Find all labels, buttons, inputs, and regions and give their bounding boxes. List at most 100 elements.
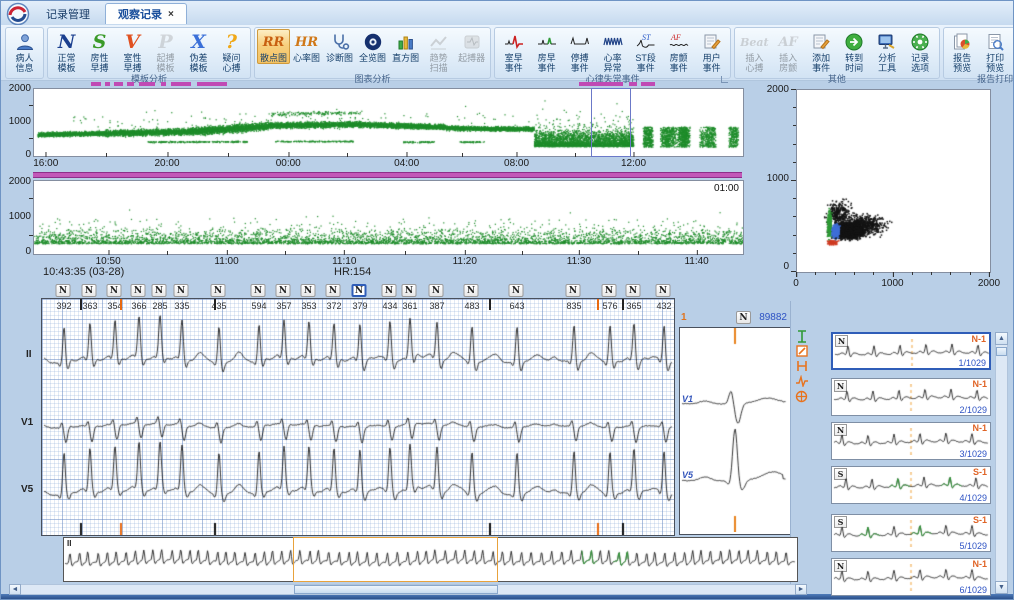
goto-icon — [844, 31, 864, 53]
ecg-panel[interactable]: 3923633543662853354355943573533723794343… — [41, 298, 675, 536]
beat-list-scrollbar[interactable] — [995, 332, 1008, 594]
scroll-down-arrow[interactable]: ▼ — [995, 581, 1008, 594]
beat-label[interactable]: N — [429, 284, 444, 297]
ribbon-button-diagnosis-plot[interactable]: 诊断图 — [323, 29, 356, 64]
ribbon-button-label: 事件 — [505, 63, 523, 73]
rr-trend-canvas[interactable] — [34, 89, 743, 156]
tab-record-management[interactable]: 记录管理 — [33, 3, 103, 24]
beat-label[interactable]: N — [276, 284, 291, 297]
poincare-plot[interactable] — [796, 89, 991, 273]
dialog-launcher-icon[interactable] — [721, 76, 728, 83]
poincare-canvas[interactable] — [797, 90, 990, 272]
tab-observe-record[interactable]: 观察记录× — [105, 3, 187, 24]
ribbon-button-ventricular-premature-template[interactable]: V室性早搏 — [116, 29, 149, 74]
edit-beat-tool[interactable] — [794, 344, 809, 358]
beat-label[interactable]: N — [602, 284, 617, 297]
ribbon-button-atrial-premature-template[interactable]: S房性早搏 — [83, 29, 116, 74]
poincare-y-tick — [793, 144, 796, 145]
rr-hour-chart[interactable] — [33, 180, 744, 255]
ribbon-button-report-preview[interactable]: 报告预览 — [946, 29, 979, 74]
trend-x-label-20:00: 20:00 — [154, 158, 179, 169]
ribbon-button-histogram[interactable]: 直方图 — [389, 29, 422, 64]
beat-detail-canvas[interactable] — [680, 328, 788, 532]
beat-list-item[interactable]: SS-14/1029 — [831, 466, 991, 504]
ribbon-button-overview-plot[interactable]: 全览图 — [356, 29, 389, 64]
beat-label[interactable]: N — [56, 284, 71, 297]
ribbon-button-artifact-template[interactable]: X伪差模板 — [182, 29, 215, 74]
beat-label[interactable]: N — [174, 284, 189, 297]
steth-icon — [330, 31, 350, 53]
beat-list-item[interactable]: SS-15/1029 — [831, 514, 991, 552]
ribbon-button-add-event[interactable]: 添加事件 — [805, 29, 838, 74]
ribbon-button-label: 用户 — [703, 53, 721, 63]
ribbon-button-pause-event[interactable]: 停搏事件 — [563, 29, 596, 74]
beat-label[interactable]: N — [301, 284, 316, 297]
time-selection-rectangle[interactable] — [591, 88, 631, 157]
beat-label[interactable]: N — [251, 284, 266, 297]
ribbon-button-normal-template[interactable]: N正常模板 — [50, 29, 83, 74]
rr-interval-value: 643 — [509, 301, 524, 311]
beat-label[interactable]: N — [326, 284, 341, 297]
beat-list-scroll-thumb[interactable] — [996, 347, 1007, 356]
beat-list-item[interactable]: NN-16/1029 — [831, 558, 991, 596]
beat-label[interactable]: N — [107, 284, 122, 297]
patient-icon — [15, 31, 35, 53]
ribbon-button-pvc-event[interactable]: 室早事件 — [497, 29, 530, 74]
ribbon-button-hr-abnormal-event[interactable]: 心率异常 — [596, 29, 629, 74]
beat-label[interactable]: N — [626, 284, 641, 297]
rr-hour-canvas[interactable] — [34, 181, 743, 254]
ribbon-button-label: 预览 — [953, 63, 971, 73]
beat-label[interactable]: N — [352, 284, 367, 297]
rr-interval-value: 483 — [464, 301, 479, 311]
ribbon-button-pac-event[interactable]: 房早事件 — [530, 29, 563, 74]
ribbon-button-label: 事件 — [571, 63, 589, 73]
waveform-tool[interactable] — [794, 374, 809, 388]
scroll-up-arrow[interactable]: ▲ — [995, 332, 1008, 345]
ribbon-button-insert-af: AF插入房颤 — [772, 29, 805, 74]
lead-label-V5: V5 — [21, 484, 33, 495]
beat-label[interactable]: N — [211, 284, 226, 297]
ribbon-button-heart-rate-plot[interactable]: HR心率图 — [290, 29, 323, 64]
center-beat-tool[interactable] — [794, 389, 809, 403]
beat-label[interactable]: N — [82, 284, 97, 297]
ribbon-button-goto-time[interactable]: 转到时间 — [838, 29, 871, 74]
rr-trend-chart[interactable] — [33, 88, 744, 157]
ribbon-button-patient-info[interactable]: 病人信息 — [8, 29, 41, 74]
ribbon-button-af-event[interactable]: AF房颤事件 — [662, 29, 695, 74]
beat-label[interactable]: N — [656, 284, 671, 297]
beat-label[interactable]: N — [566, 284, 581, 297]
trend-x-label-12:00: 12:00 — [621, 158, 646, 169]
ecg-canvas[interactable] — [42, 299, 674, 535]
ribbon-button-user-event[interactable]: 用户事件 — [695, 29, 728, 74]
beat-list-item[interactable]: NN-11/1029 — [831, 332, 991, 370]
close-tab-icon[interactable]: × — [168, 9, 174, 20]
ribbon-button-scatter-plot[interactable]: RR散点图 — [257, 29, 290, 64]
trend-y-tick-1000: 1000 — [3, 116, 31, 127]
ribbon-button-st-event[interactable]: STST段事件 — [629, 29, 662, 74]
detail-lead-label-V5: V5 — [682, 470, 693, 480]
event-mark — [91, 82, 101, 86]
beat-list-item[interactable]: NN-12/1029 — [831, 378, 991, 416]
beat-label[interactable]: N — [382, 284, 397, 297]
hour-x-minor-tick — [285, 251, 286, 255]
beat-list-item[interactable]: NN-13/1029 — [831, 422, 991, 460]
trend-x-label-00:00: 00:00 — [276, 158, 301, 169]
caliper-horizontal-tool[interactable] — [794, 359, 809, 373]
scroll-right-arrow[interactable]: ► — [795, 584, 807, 595]
beat-label[interactable]: N — [402, 284, 417, 297]
poincare-x-label-2000: 2000 — [978, 278, 1000, 289]
caliper-vertical-tool[interactable] — [794, 329, 809, 343]
beat-label[interactable]: N — [464, 284, 479, 297]
strip-scroll-thumb[interactable] — [294, 585, 498, 594]
ribbon-button-analysis-tools[interactable]: 分析工具 — [871, 29, 904, 74]
beat-label[interactable]: N — [509, 284, 524, 297]
ribbon-button-print-preview[interactable]: 打印预览 — [979, 29, 1012, 74]
beat-label[interactable]: N — [152, 284, 167, 297]
ribbon-button-questionable-beat[interactable]: ?疑问心搏 — [215, 29, 248, 74]
strip-selection-rectangle[interactable] — [293, 537, 498, 582]
beat-detail-panel[interactable]: V1 V5 — [679, 327, 791, 535]
beat-label[interactable]: N — [131, 284, 146, 297]
app-logo-button[interactable] — [6, 2, 30, 26]
scroll-left-arrow[interactable]: ◄ — [9, 584, 21, 595]
ribbon-button-record-options[interactable]: 记录选项 — [904, 29, 937, 74]
